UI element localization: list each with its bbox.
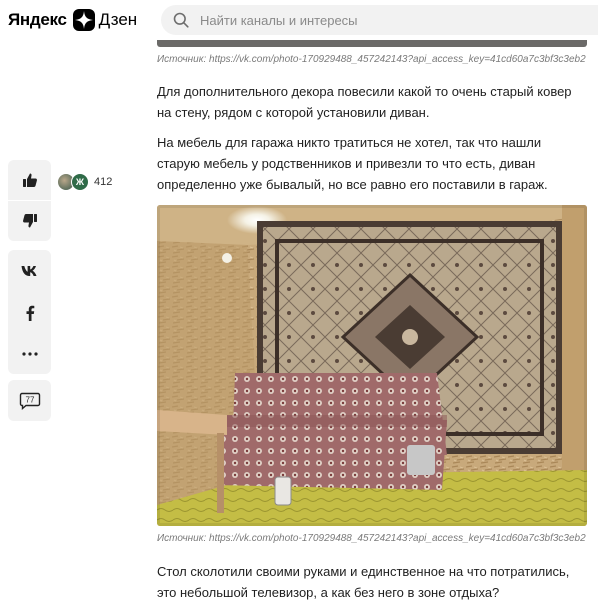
vk-icon	[21, 266, 36, 276]
photo-source-caption: Источник: https://vk.com/photo-170929488…	[157, 54, 586, 65]
search-icon	[173, 12, 189, 28]
facebook-icon	[26, 305, 34, 321]
article-photo-room-with-carpet-and-sofa[interactable]	[157, 205, 587, 526]
thumbs-down-icon	[22, 214, 37, 228]
comments-count: 77	[25, 395, 34, 404]
logo-dzen-text: Дзен	[98, 10, 138, 29]
search-input[interactable]	[200, 12, 580, 28]
comments-button[interactable]: 77	[8, 380, 51, 421]
article-paragraph: Стол сколотили своими руками и единствен…	[157, 564, 570, 600]
more-button[interactable]	[8, 333, 51, 374]
like-button[interactable]	[8, 160, 51, 200]
thumbs-up-icon	[22, 173, 37, 187]
likers-summary[interactable]: Ж 412	[57, 172, 112, 192]
header: Яндекс Дзен	[0, 0, 598, 40]
comment-icon: 77	[19, 392, 40, 410]
likes-count: 412	[94, 176, 113, 188]
photo-illustration	[157, 205, 587, 526]
dzen-logo-icon	[72, 9, 95, 31]
logo[interactable]: Яндекс Дзен	[8, 8, 137, 32]
previous-photo-bottom	[157, 40, 587, 47]
photo-source-caption: Источник: https://vk.com/photo-170929488…	[157, 533, 586, 544]
more-dots-icon	[21, 351, 38, 356]
dislike-button[interactable]	[8, 201, 51, 241]
share-facebook-button[interactable]	[8, 292, 51, 333]
search-bar[interactable]	[161, 5, 598, 35]
avatar: Ж	[71, 173, 89, 191]
article-paragraph: На мебель для гаража никто тратиться не …	[157, 135, 548, 192]
share-vk-button[interactable]	[8, 250, 51, 292]
logo-yandex-text: Яндекс	[8, 10, 67, 29]
article-paragraph: Для дополнительного декора повесили како…	[157, 84, 572, 120]
